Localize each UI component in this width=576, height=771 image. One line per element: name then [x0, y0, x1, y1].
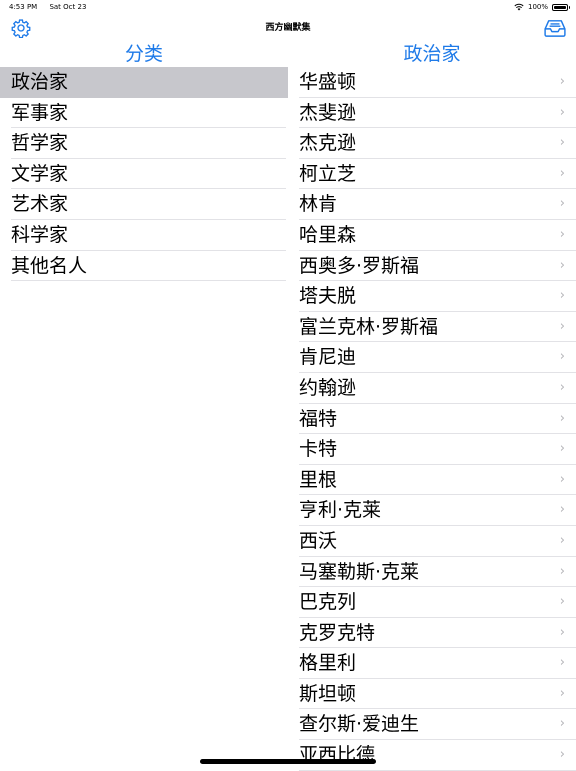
person-label: 杰克逊 — [299, 132, 357, 155]
navigation-bar: 西方幽默集 — [0, 14, 576, 42]
person-label: 里根 — [299, 468, 338, 491]
chevron-right-icon: › — [559, 410, 565, 426]
person-item[interactable]: 塔夫脱 › — [299, 281, 576, 312]
app-title: 西方幽默集 — [265, 23, 311, 33]
chevron-right-icon: › — [559, 532, 565, 548]
chevron-right-icon: › — [559, 318, 565, 334]
chevron-right-icon: › — [559, 655, 565, 671]
person-label: 哈里森 — [299, 223, 357, 246]
person-label: 肯尼迪 — [299, 346, 357, 369]
chevron-right-icon: › — [559, 74, 565, 89]
person-label: 斯坦顿 — [299, 682, 357, 705]
chevron-right-icon: › — [559, 288, 565, 304]
person-item[interactable]: 马塞勒斯·克莱 › — [299, 557, 576, 588]
chevron-right-icon: › — [559, 135, 565, 151]
person-label: 西沃 — [299, 529, 338, 552]
chevron-right-icon: › — [559, 165, 565, 181]
chevron-right-icon: › — [559, 747, 565, 763]
category-item[interactable]: 科学家 — [0, 220, 288, 251]
chevron-right-icon: › — [559, 104, 565, 120]
category-item[interactable]: 艺术家 — [0, 189, 288, 220]
chevron-right-icon: › — [559, 563, 565, 579]
category-label: 政治家 — [11, 71, 69, 93]
categories-list: 政治家军事家哲学家文学家艺术家科学家其他名人 — [0, 67, 288, 281]
chevron-right-icon: › — [559, 226, 565, 242]
person-item[interactable]: 里根 › — [299, 465, 576, 496]
chevron-right-icon: › — [559, 624, 565, 640]
person-item[interactable]: 柯立芝 › — [299, 159, 576, 190]
person-label: 格里利 — [299, 652, 357, 675]
chevron-right-icon: › — [559, 594, 565, 610]
chevron-right-icon: › — [559, 349, 565, 365]
status-bar: 4:53 PM Sat Oct 23 100% — [0, 0, 576, 14]
chevron-right-icon: › — [559, 685, 565, 701]
person-item[interactable]: 巴克列 › — [299, 587, 576, 618]
category-item[interactable]: 哲学家 — [0, 128, 288, 159]
tray-icon[interactable] — [544, 19, 566, 37]
person-item[interactable]: 约翰逊 › — [299, 373, 576, 404]
person-item[interactable]: 杰克逊 › — [299, 128, 576, 159]
chevron-right-icon: › — [559, 196, 565, 212]
category-item[interactable]: 政治家 — [0, 67, 288, 98]
person-label: 杰斐逊 — [299, 101, 357, 124]
category-label: 军事家 — [11, 101, 69, 124]
person-item[interactable]: 西奥多·罗斯福 › — [299, 251, 576, 282]
person-label: 华盛顿 — [299, 71, 357, 93]
chevron-right-icon: › — [559, 471, 565, 487]
category-label: 科学家 — [11, 223, 69, 246]
person-label: 约翰逊 — [299, 376, 357, 399]
person-item[interactable]: 查尔斯·爱迪生 › — [299, 709, 576, 740]
person-label: 亨利·克莱 — [299, 499, 382, 522]
person-label: 西奥多·罗斯福 — [299, 254, 420, 277]
chevron-right-icon: › — [559, 502, 565, 518]
person-label: 查尔斯·爱迪生 — [299, 713, 420, 736]
category-item[interactable]: 军事家 — [0, 98, 288, 129]
category-label: 艺术家 — [11, 193, 69, 216]
person-item[interactable]: 富兰克林·罗斯福 › — [299, 312, 576, 343]
status-time: 4:53 PM — [9, 3, 38, 11]
person-label: 林肯 — [299, 193, 338, 216]
wifi-icon — [514, 3, 524, 11]
person-item[interactable]: 肯尼迪 › — [299, 342, 576, 373]
person-label: 卡特 — [299, 438, 338, 461]
home-indicator[interactable] — [200, 759, 376, 764]
person-item[interactable]: 斯坦顿 › — [299, 679, 576, 710]
person-label: 柯立芝 — [299, 162, 357, 185]
people-list: 华盛顿 › 杰斐逊 › 杰克逊 › 柯立芝 › 林肯 › 哈里森 › 西奥多·罗斯福 › 塔夫脱 › 富兰克林·… — [299, 67, 576, 771]
battery-icon — [552, 3, 570, 11]
person-label: 巴克列 — [299, 591, 357, 614]
category-item[interactable]: 文学家 — [0, 159, 288, 190]
person-item[interactable]: 华盛顿 › — [299, 67, 576, 98]
person-label: 福特 — [299, 407, 338, 430]
person-item[interactable]: 卡特 › — [299, 434, 576, 465]
person-label: 马塞勒斯·克莱 — [299, 560, 420, 583]
person-item[interactable]: 林肯 › — [299, 189, 576, 220]
person-item[interactable]: 亚西比德 › — [299, 740, 576, 771]
chevron-right-icon: › — [559, 257, 565, 273]
person-label: 富兰克林·罗斯福 — [299, 315, 439, 338]
person-item[interactable]: 克罗克特 › — [299, 618, 576, 649]
person-item[interactable]: 杰斐逊 › — [299, 98, 576, 129]
status-date: Sat Oct 23 — [49, 3, 87, 11]
categories-header: 分类 — [124, 43, 163, 65]
person-item[interactable]: 西沃 › — [299, 526, 576, 557]
person-item[interactable]: 哈里森 › — [299, 220, 576, 251]
person-item[interactable]: 亨利·克莱 › — [299, 495, 576, 526]
chevron-right-icon: › — [559, 441, 565, 457]
chevron-right-icon: › — [559, 379, 565, 395]
person-item[interactable]: 福特 › — [299, 404, 576, 435]
person-label: 克罗克特 — [299, 621, 376, 644]
people-header: 政治家 — [403, 43, 461, 65]
category-label: 文学家 — [11, 162, 69, 185]
chevron-right-icon: › — [559, 716, 565, 732]
category-label: 其他名人 — [11, 254, 88, 277]
category-label: 哲学家 — [11, 132, 69, 155]
battery-percent: 100% — [527, 3, 548, 11]
category-item[interactable]: 其他名人 — [0, 251, 288, 282]
person-item[interactable]: 格里利 › — [299, 648, 576, 679]
person-label: 塔夫脱 — [299, 285, 357, 308]
